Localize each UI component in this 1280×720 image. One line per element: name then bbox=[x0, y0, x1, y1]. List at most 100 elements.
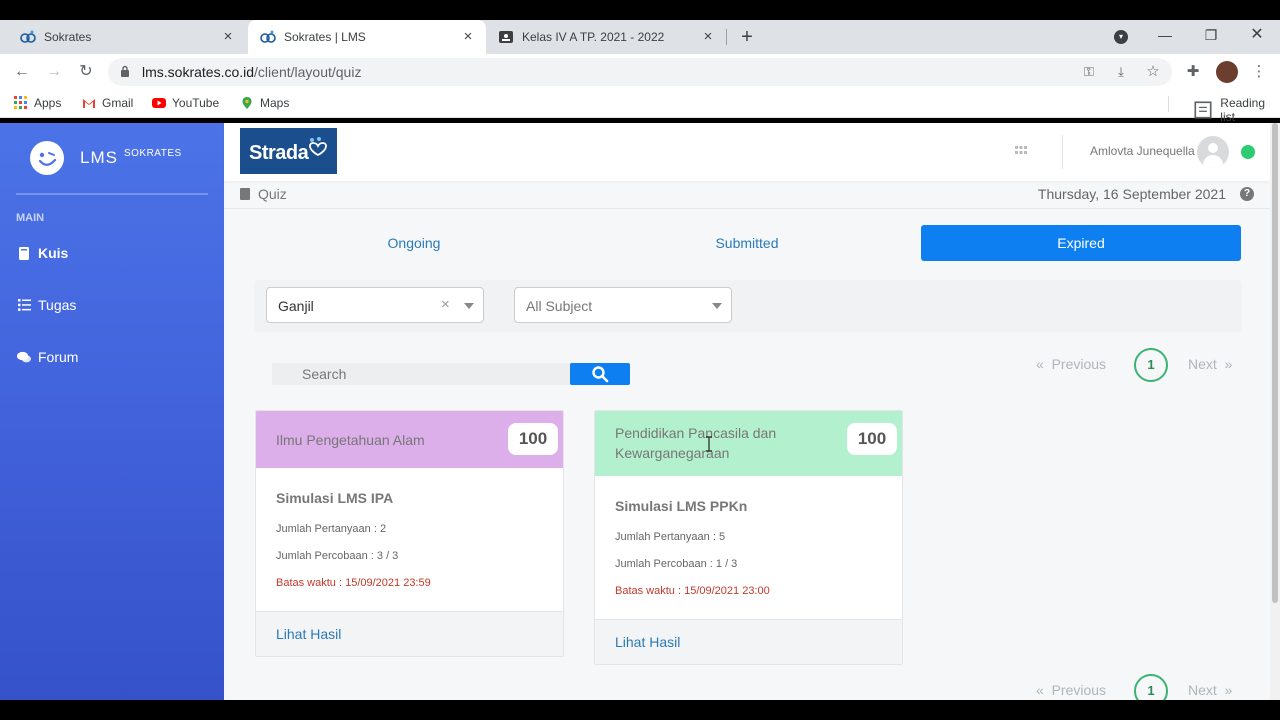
online-status-dot bbox=[1241, 145, 1255, 159]
bookmark-gmail[interactable]: Gmail bbox=[82, 96, 133, 110]
sidebar-item-kuis[interactable]: Kuis bbox=[17, 245, 68, 261]
browser-tab-kelas[interactable]: Kelas IV A TP. 2021 - 2022 × bbox=[488, 20, 726, 54]
user-avatar[interactable] bbox=[1197, 136, 1229, 168]
reading-list-icon bbox=[1194, 101, 1212, 119]
help-icon[interactable]: ? bbox=[1240, 187, 1254, 201]
browser-toolbar: ← → ↻ lms.sokrates.co.id/client/layout/q… bbox=[0, 54, 1280, 90]
card-attempts: Jumlah Percobaan : 3 / 3 bbox=[276, 550, 399, 562]
tab-search-icon[interactable]: ▾ bbox=[1114, 30, 1128, 44]
browser-tab-lms[interactable]: Sokrates | LMS × bbox=[248, 20, 486, 54]
menu-kebab-icon[interactable]: ⋮ bbox=[1250, 63, 1268, 81]
scrollbar-thumb[interactable] bbox=[1272, 123, 1278, 603]
tab-title: Sokrates bbox=[44, 30, 92, 44]
sokrates-icon bbox=[260, 29, 276, 45]
tab-ongoing[interactable]: Ongoing bbox=[254, 225, 574, 261]
pagination-next[interactable]: Next » bbox=[1188, 356, 1232, 372]
pagination-previous[interactable]: « Previous bbox=[1036, 682, 1106, 698]
semester-select[interactable]: Ganjil × bbox=[266, 287, 484, 323]
url-text: lms.sokrates.co.id/client/layout/quiz bbox=[142, 64, 362, 80]
key-icon[interactable]: ⚿ bbox=[1080, 63, 1098, 81]
search-button[interactable] bbox=[570, 363, 630, 385]
install-icon[interactable]: ⤓ bbox=[1112, 63, 1130, 81]
pagination-page-1[interactable]: 1 bbox=[1134, 674, 1168, 700]
forward-arrow-icon[interactable]: → bbox=[42, 60, 66, 84]
tab-expired[interactable]: Expired bbox=[921, 225, 1241, 261]
classroom-icon bbox=[498, 29, 514, 45]
tab-submitted[interactable]: Submitted bbox=[587, 225, 907, 261]
brand-name: LMS bbox=[80, 148, 118, 167]
smiley-logo-icon bbox=[30, 141, 64, 175]
search-box bbox=[272, 363, 572, 385]
restore-icon[interactable]: ❐ bbox=[1188, 20, 1234, 54]
view-result-link[interactable]: Lihat Hasil bbox=[595, 619, 902, 664]
card-question-count: Jumlah Pertanyaan : 2 bbox=[276, 523, 387, 535]
letterbox-top bbox=[0, 0, 1280, 20]
card-score: 100 bbox=[847, 423, 897, 455]
book-icon bbox=[240, 188, 250, 200]
current-date: Thursday, 16 September 2021 bbox=[1037, 186, 1226, 202]
quiz-card: Ilmu Pengetahuan Alam 100 Simulasi LMS I… bbox=[255, 410, 564, 657]
youtube-icon bbox=[152, 98, 166, 108]
close-tab-icon[interactable]: × bbox=[220, 29, 236, 45]
brand-sup: SOKRATES bbox=[123, 147, 182, 159]
star-icon[interactable]: ☆ bbox=[1144, 63, 1162, 81]
page-scrollbar[interactable] bbox=[1270, 123, 1280, 700]
bookmark-youtube[interactable]: YouTube bbox=[152, 96, 219, 110]
subject-select[interactable]: All Subject bbox=[514, 287, 732, 323]
reading-list-button[interactable]: Reading list bbox=[1194, 96, 1265, 124]
chevron-down-icon bbox=[712, 303, 722, 309]
pagination-next[interactable]: Next » bbox=[1188, 682, 1232, 698]
sokrates-icon bbox=[20, 29, 36, 45]
strada-heart-icon bbox=[309, 137, 327, 157]
user-name[interactable]: Amlovta Junequella bbox=[1090, 144, 1195, 158]
card-score: 100 bbox=[508, 423, 558, 455]
search-input[interactable] bbox=[272, 363, 570, 385]
header-divider bbox=[1062, 135, 1063, 169]
back-arrow-icon[interactable]: ← bbox=[10, 60, 34, 84]
bookmark-apps[interactable]: Apps bbox=[14, 96, 61, 110]
extensions-puzzle-icon[interactable]: ✚ bbox=[1184, 63, 1202, 81]
tab-title: Kelas IV A TP. 2021 - 2022 bbox=[522, 30, 665, 44]
reload-icon[interactable]: ↻ bbox=[74, 60, 98, 84]
sidebar-logo[interactable]: LMS SOKRATES bbox=[30, 141, 182, 175]
close-tab-icon[interactable]: × bbox=[700, 29, 716, 45]
top-header: Strada Amlovta Junequella bbox=[224, 123, 1270, 181]
new-tab-plus-icon[interactable]: + bbox=[736, 26, 758, 48]
view-result-link[interactable]: Lihat Hasil bbox=[256, 611, 563, 656]
maps-pin-icon bbox=[242, 97, 252, 109]
breadcrumb-page: Quiz bbox=[258, 186, 287, 202]
card-header: Ilmu Pengetahuan Alam 100 bbox=[256, 411, 563, 468]
book-icon bbox=[17, 246, 31, 260]
list-icon bbox=[17, 298, 31, 312]
comments-icon bbox=[17, 350, 31, 364]
pagination-bottom: « Previous 1 Next » bbox=[1036, 674, 1246, 700]
card-title: Simulasi LMS IPA bbox=[276, 490, 394, 506]
card-subject: Ilmu Pengetahuan Alam bbox=[276, 432, 425, 448]
minimize-icon[interactable]: — bbox=[1142, 20, 1188, 54]
sidebar-item-tugas[interactable]: Tugas bbox=[17, 297, 76, 313]
text-cursor-icon bbox=[706, 436, 712, 452]
sidebar: LMS SOKRATES MAIN Kuis Tugas Forum bbox=[0, 123, 224, 700]
address-bar[interactable]: lms.sokrates.co.id/client/layout/quiz ⚿ … bbox=[108, 58, 1172, 86]
breadcrumb: Quiz bbox=[240, 186, 287, 202]
letterbox-bottom bbox=[0, 700, 1280, 720]
apps-grid-icon[interactable] bbox=[1015, 146, 1027, 156]
chevron-down-icon bbox=[464, 303, 474, 309]
card-deadline: Batas waktu : 15/09/2021 23:59 bbox=[276, 577, 431, 589]
browser-tab-sokrates[interactable]: Sokrates × bbox=[0, 20, 246, 54]
sidebar-item-forum[interactable]: Forum bbox=[17, 349, 78, 365]
close-tab-icon[interactable]: × bbox=[460, 29, 476, 45]
bookmark-maps[interactable]: Maps bbox=[240, 96, 289, 110]
card-header: Pendidikan Pancasila dan Kewarganegaraan… bbox=[595, 411, 902, 476]
bookmarks-separator bbox=[1168, 96, 1169, 112]
browser-tab-strip: Sokrates × Sokrates | LMS × Kelas IV A T… bbox=[0, 20, 1280, 54]
card-subject: Pendidikan Pancasila dan Kewarganegaraan bbox=[615, 425, 777, 461]
clear-icon[interactable]: × bbox=[441, 296, 450, 313]
close-window-icon[interactable]: ✕ bbox=[1234, 20, 1280, 54]
pagination-page-1[interactable]: 1 bbox=[1134, 348, 1168, 382]
subject-placeholder: All Subject bbox=[526, 298, 593, 314]
profile-avatar[interactable] bbox=[1216, 61, 1238, 83]
strada-logo[interactable]: Strada bbox=[240, 128, 337, 174]
pagination-previous[interactable]: « Previous bbox=[1036, 356, 1106, 372]
gmail-icon bbox=[83, 99, 95, 108]
